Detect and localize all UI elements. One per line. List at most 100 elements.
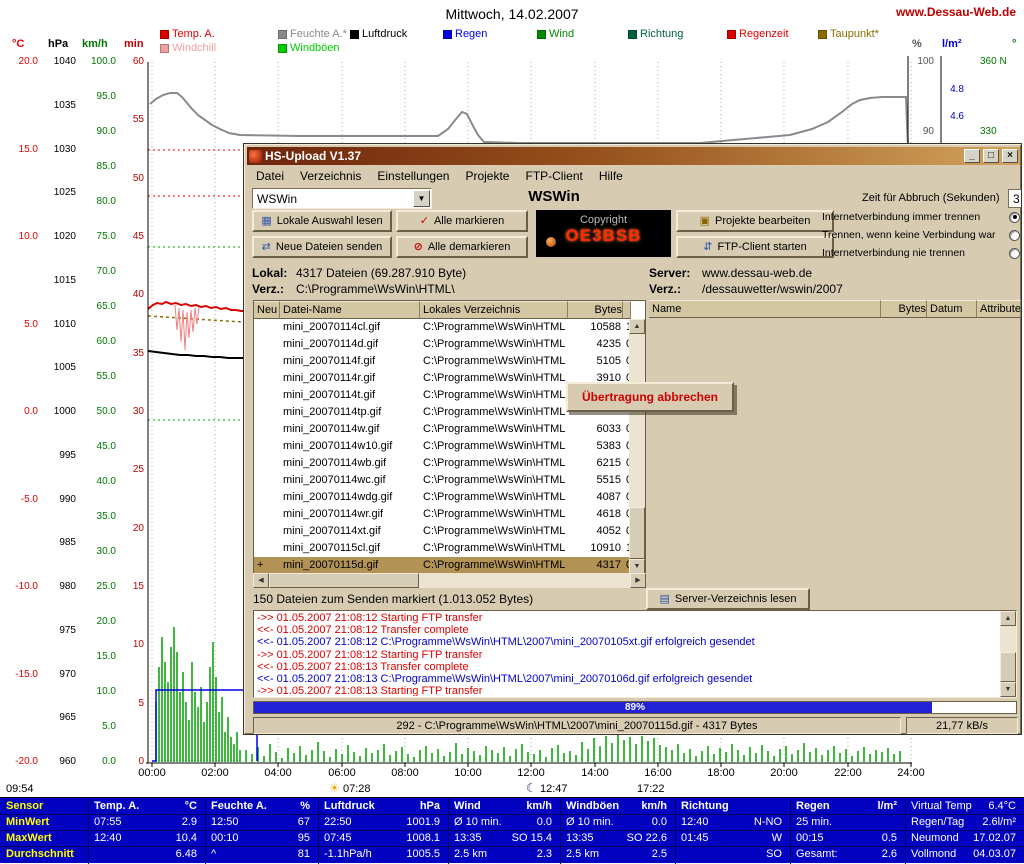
radio-option-1[interactable]: Trennen, wenn keine Verbindung war: [822, 226, 1020, 244]
table-row[interactable]: mini_20070114cl.gifC:\Programme\WsWin\HT…: [254, 319, 631, 336]
local-dir-label: Verz.:: [252, 282, 284, 296]
scrollbar-thumb[interactable]: [1000, 652, 1016, 682]
cell-neu: [254, 336, 280, 353]
start-ftp-button[interactable]: ⇵ FTP-Client starten: [676, 236, 834, 258]
radio-label: Trennen, wenn keine Verbindung war: [822, 229, 1005, 241]
unmark-all-button[interactable]: ⊘ Alle demarkieren: [396, 236, 528, 258]
cell-name: mini_20070114wdg.gif: [280, 489, 420, 506]
stats-value: 2.5: [560, 847, 667, 861]
table-row[interactable]: mini_20070114wr.gifC:\Programme\WsWin\HT…: [254, 506, 631, 523]
scrollbar-thumb[interactable]: [269, 573, 419, 588]
log-line: <<- 01.05.2007 21:08:12 Transfer complet…: [257, 624, 999, 636]
table-row[interactable]: mini_20070114xt.gifC:\Programme\WsWin\HT…: [254, 523, 631, 540]
stats-value: 0.0: [560, 815, 667, 829]
stats-grid-line: [0, 846, 1024, 847]
menu-verzeichnis[interactable]: Verzeichnis: [292, 168, 369, 184]
menu-projekte[interactable]: Projekte: [457, 168, 517, 184]
cell-name: mini_20070114f.gif: [280, 353, 420, 370]
mark-all-button[interactable]: ✓ Alle markieren: [396, 210, 528, 232]
table-row[interactable]: mini_20070114wb.gifC:\Programme\WsWin\HT…: [254, 455, 631, 472]
vertical-scrollbar[interactable]: ▲ ▼: [629, 319, 645, 574]
cancel-transfer-button[interactable]: Übertragung abbrechen: [566, 382, 734, 412]
cell-bytes: 4087: [568, 489, 623, 506]
scrollbar-thumb[interactable]: [629, 507, 645, 559]
table-row[interactable]: mini_20070114d.gifC:\Programme\WsWin\HTM…: [254, 336, 631, 353]
cell-dir: C:\Programme\WsWin\HTML: [420, 387, 568, 404]
maximize-button[interactable]: □: [983, 149, 999, 163]
timeout-label: Zeit für Abbruch (Sekunden): [862, 192, 1000, 204]
timeout-input[interactable]: 3: [1008, 189, 1022, 208]
log-scrollbar[interactable]: ▲ ▼: [1000, 611, 1016, 697]
log-line: <<- 01.05.2007 21:08:12 C:\Programme\WsW…: [257, 636, 999, 648]
send-new-button[interactable]: ⇄ Neue Dateien senden: [252, 236, 392, 258]
radio-option-2[interactable]: Internetverbindung nie trennen: [822, 244, 1020, 262]
cell-dir: C:\Programme\WsWin\HTML: [420, 353, 568, 370]
stats-col-unit: km/h: [560, 799, 667, 813]
scroll-down-button[interactable]: ▼: [1000, 682, 1016, 697]
sunrise-icon: ☀: [329, 781, 340, 795]
dialog-titlebar[interactable]: HS-Upload V1.37 _ □ ×: [247, 147, 1020, 165]
scroll-right-button[interactable]: ▶: [630, 573, 646, 588]
wswin-app: Mittwoch, 14.02.2007 www.Dessau-Web.de T…: [0, 0, 1024, 863]
close-button[interactable]: ×: [1002, 149, 1018, 163]
cell-neu: [254, 472, 280, 489]
table-row[interactable]: mini_20070114w.gifC:\Programme\WsWin\HTM…: [254, 421, 631, 438]
project-select[interactable]: WSWin ▼: [252, 188, 432, 209]
read-local-button[interactable]: ▦ Lokale Auswahl lesen: [252, 210, 392, 232]
horizontal-scrollbar[interactable]: ◀ ▶: [253, 573, 646, 588]
edit-projects-button[interactable]: ▣ Projekte bearbeiten: [676, 210, 834, 232]
table-row[interactable]: mini_20070114wc.gifC:\Programme\WsWin\HT…: [254, 472, 631, 489]
column-header[interactable]: Datei-Name: [280, 301, 420, 319]
status-transfer-speed: 21,77 kB/s: [906, 717, 1018, 734]
send-new-label: Neue Dateien senden: [276, 241, 382, 253]
menu-ftpclient[interactable]: FTP-Client: [517, 168, 590, 184]
table-row[interactable]: mini_20070115cl.gifC:\Programme\WsWin\HT…: [254, 540, 631, 557]
column-header[interactable]: [623, 301, 631, 319]
table-row[interactable]: mini_20070114f.gifC:\Programme\WsWin\HTM…: [254, 353, 631, 370]
radio-option-0[interactable]: Internetverbindung immer trennen: [822, 208, 1020, 226]
cell-neu: [254, 370, 280, 387]
cell-dir: C:\Programme\WsWin\HTML: [420, 489, 568, 506]
column-header[interactable]: Bytes: [568, 301, 623, 319]
table-row[interactable]: mini_20070114wdg.gifC:\Programme\WsWin\H…: [254, 489, 631, 506]
cell-name: mini_20070114w10.gif: [280, 438, 420, 455]
stats-value: N-NO: [675, 815, 782, 829]
column-header[interactable]: Bytes: [881, 300, 927, 318]
combo-dropdown-icon[interactable]: ▼: [413, 190, 430, 207]
menu-hilfe[interactable]: Hilfe: [591, 168, 631, 184]
column-header[interactable]: Name: [649, 300, 881, 318]
menu-einstellungen[interactable]: Einstellungen: [369, 168, 457, 184]
scroll-up-button[interactable]: ▲: [629, 319, 645, 334]
table-row[interactable]: +mini_20070115d.gifC:\Programme\WsWin\HT…: [254, 557, 631, 574]
cell-neu: [254, 506, 280, 523]
mark-all-label: Alle markieren: [434, 215, 504, 227]
column-header[interactable]: Lokales Verzeichnis: [420, 301, 568, 319]
local-label: Lokal:: [252, 266, 287, 280]
column-header[interactable]: Attribute: [977, 300, 1021, 318]
stats-value: SO 22.6: [560, 831, 667, 845]
stats-col-unit: hPa: [318, 799, 440, 813]
cell-bytes: 4235: [568, 336, 623, 353]
column-header[interactable]: Neu: [254, 301, 280, 319]
column-header[interactable]: Datum: [927, 300, 977, 318]
progress-bar: 89%: [253, 701, 1017, 714]
scroll-left-button[interactable]: ◀: [253, 573, 269, 588]
scroll-down-button[interactable]: ▼: [629, 559, 645, 574]
cell-dir: C:\Programme\WsWin\HTML: [420, 455, 568, 472]
minimize-button[interactable]: _: [964, 149, 980, 163]
local-value: 4317 Dateien (69.287.910 Byte): [296, 266, 466, 280]
scroll-up-button[interactable]: ▲: [1000, 611, 1016, 626]
menu-datei[interactable]: Datei: [248, 168, 292, 184]
cell-dir: C:\Programme\WsWin\HTML: [420, 557, 568, 574]
radio-circle: [1009, 212, 1020, 223]
radio-circle: [1009, 248, 1020, 259]
table-row[interactable]: mini_20070114w10.gifC:\Programme\WsWin\H…: [254, 438, 631, 455]
cell-dir: C:\Programme\WsWin\HTML: [420, 370, 568, 387]
cell-bytes: 5383: [568, 438, 623, 455]
current-time: 09:54: [6, 783, 34, 795]
read-local-label: Lokale Auswahl lesen: [277, 215, 383, 227]
read-server-button[interactable]: ▤ Server-Verzeichnis lesen: [646, 588, 810, 610]
cell-name: mini_20070114w.gif: [280, 421, 420, 438]
cell-name: mini_20070114d.gif: [280, 336, 420, 353]
cell-bytes: 4052: [568, 523, 623, 540]
